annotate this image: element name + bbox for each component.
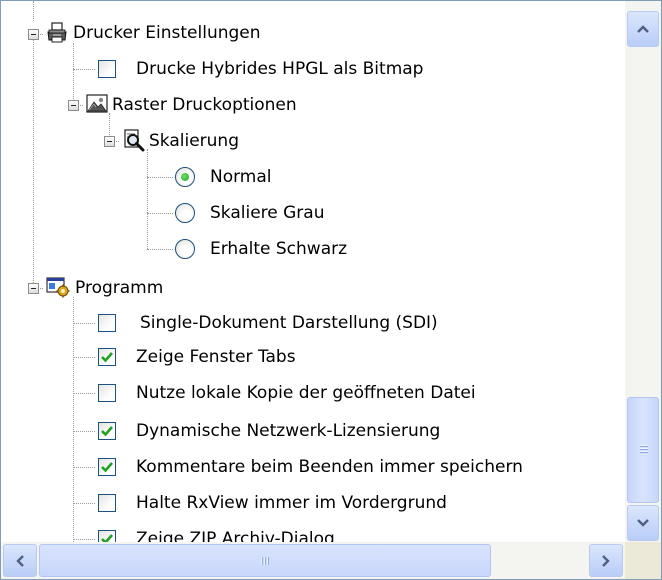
collapse-toggle-scaling[interactable] bbox=[104, 136, 115, 147]
horizontal-scrollbar[interactable] bbox=[1, 542, 625, 579]
sdi-checkbox[interactable] bbox=[98, 314, 116, 332]
grip-icon bbox=[640, 445, 648, 453]
settings-tree: Drucker Einstellungen Drucke Hybrides HP… bbox=[1, 1, 625, 542]
raster-options-label: Raster Druckoptionen bbox=[112, 95, 297, 115]
zip-dialog-label: Zeige ZIP Archiv-Dialog bbox=[136, 529, 335, 542]
hpgl-bitmap-checkbox[interactable] bbox=[98, 60, 116, 78]
window-tabs-label: Zeige Fenster Tabs bbox=[136, 347, 296, 367]
save-comments-checkbox[interactable] bbox=[98, 458, 116, 476]
scaling-black-label: Erhalte Schwarz bbox=[210, 239, 348, 259]
scroll-up-button[interactable] bbox=[627, 11, 659, 47]
collapse-toggle-raster[interactable] bbox=[68, 100, 79, 111]
scroll-right-button[interactable] bbox=[589, 544, 623, 577]
check-icon bbox=[101, 352, 113, 363]
sdi-label: Single-Dokument Darstellung (SDI) bbox=[140, 313, 438, 333]
magnifier-document-icon bbox=[121, 128, 147, 158]
save-comments-label: Kommentare beim Beenden immer speichern bbox=[136, 457, 523, 477]
scroll-down-button[interactable] bbox=[627, 505, 659, 541]
settings-tree-panel: Drucker Einstellungen Drucke Hybrides HP… bbox=[0, 0, 662, 580]
chevron-up-icon bbox=[637, 25, 649, 33]
zip-dialog-checkbox[interactable] bbox=[98, 530, 116, 542]
scroll-left-button[interactable] bbox=[3, 544, 37, 577]
vertical-scrollbar[interactable] bbox=[625, 1, 661, 542]
always-on-top-checkbox[interactable] bbox=[98, 494, 116, 512]
collapse-toggle-printer[interactable] bbox=[28, 29, 39, 40]
check-icon bbox=[101, 534, 113, 542]
local-copy-checkbox[interactable] bbox=[98, 384, 116, 402]
collapse-toggle-program[interactable] bbox=[28, 283, 39, 294]
scaling-black-radio[interactable] bbox=[175, 239, 195, 259]
window-tabs-checkbox[interactable] bbox=[98, 348, 116, 366]
raster-image-icon bbox=[85, 92, 109, 120]
chevron-left-icon bbox=[16, 554, 24, 567]
program-label: Programm bbox=[75, 278, 164, 298]
printer-settings-label: Drucker Einstellungen bbox=[73, 23, 261, 43]
network-licensing-checkbox[interactable] bbox=[98, 422, 116, 440]
check-icon bbox=[101, 462, 113, 473]
chevron-down-icon bbox=[637, 519, 649, 527]
scaling-normal-label: Normal bbox=[210, 167, 272, 187]
scaling-label: Skalierung bbox=[149, 131, 239, 151]
scrollbar-corner bbox=[625, 542, 661, 579]
check-icon bbox=[101, 426, 113, 437]
scaling-gray-label: Skaliere Grau bbox=[210, 203, 325, 223]
horizontal-scroll-thumb[interactable] bbox=[39, 544, 491, 577]
chevron-right-icon bbox=[602, 554, 610, 567]
scaling-gray-radio[interactable] bbox=[175, 203, 195, 223]
local-copy-label: Nutze lokale Kopie der geöffneten Datei bbox=[136, 383, 476, 403]
network-licensing-label: Dynamische Netzwerk-Lizensierung bbox=[136, 421, 441, 441]
grip-icon bbox=[261, 557, 269, 565]
vertical-scroll-thumb[interactable] bbox=[627, 397, 659, 503]
scaling-normal-radio[interactable] bbox=[175, 167, 195, 187]
printer-icon bbox=[45, 21, 69, 49]
hpgl-bitmap-label: Drucke Hybrides HPGL als Bitmap bbox=[136, 59, 424, 79]
always-on-top-label: Halte RxView immer im Vordergrund bbox=[136, 493, 447, 513]
program-settings-icon bbox=[45, 275, 71, 303]
